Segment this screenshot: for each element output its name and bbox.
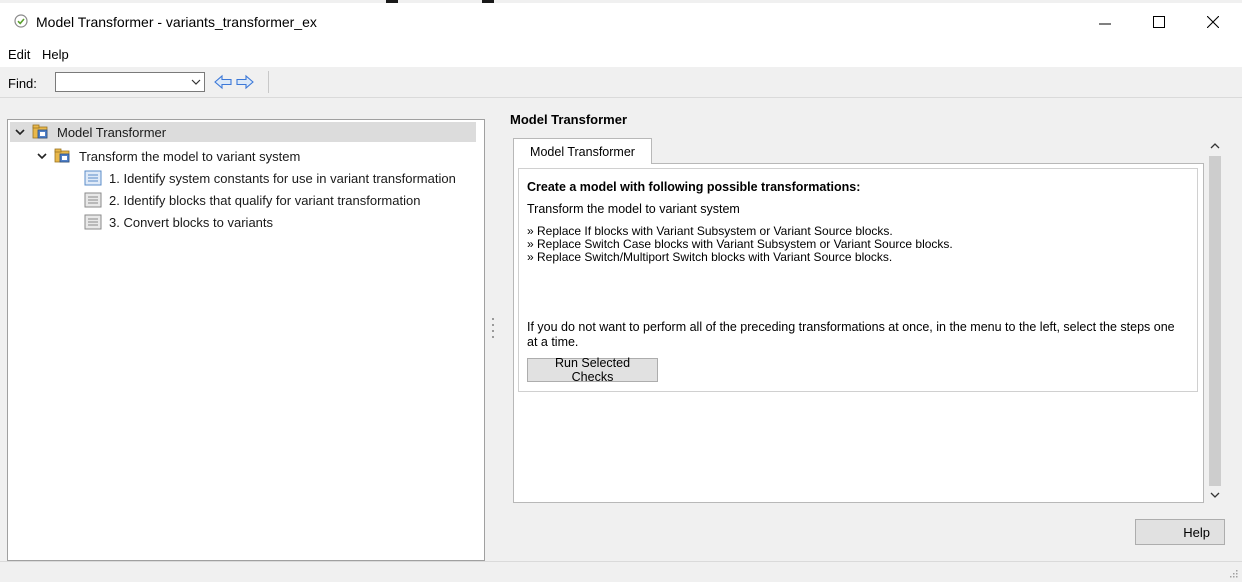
find-previous-icon[interactable]: [214, 73, 232, 91]
tree-node-check-1[interactable]: 1. Identify system constants for use in …: [84, 168, 456, 188]
model-advisor-icon: [32, 124, 48, 139]
tree-label: 1. Identify system constants for use in …: [109, 170, 456, 186]
tree-node-check-2[interactable]: 2. Identify blocks that qualify for vari…: [84, 190, 420, 210]
chevron-down-icon[interactable]: [14, 126, 26, 138]
status-bar-divider: [0, 561, 1242, 562]
scroll-thumb[interactable]: [1209, 156, 1221, 486]
check-list-icon: [84, 192, 102, 208]
scroll-down-button[interactable]: [1205, 487, 1225, 503]
tree-node-transform-group[interactable]: Transform the model to variant system: [36, 146, 300, 166]
window-title: Model Transformer - variants_transformer…: [36, 14, 317, 30]
find-next-icon[interactable]: [236, 73, 254, 91]
toolbar: Find:: [0, 67, 1242, 98]
resize-grip-icon[interactable]: [1228, 568, 1238, 578]
tab-model-transformer[interactable]: Model Transformer: [513, 138, 652, 164]
check-circle-icon: [14, 14, 28, 28]
instruction-note: If you do not want to perform all of the…: [527, 320, 1175, 349]
folder-task-icon: [54, 148, 70, 163]
tree-label: 3. Convert blocks to variants: [109, 214, 274, 230]
close-window-button[interactable]: [1190, 6, 1236, 38]
minimize-icon: [1099, 23, 1111, 25]
task-tree[interactable]: Model Transformer Transform the model to…: [7, 119, 485, 561]
menu-bar: Edit Help: [0, 41, 1242, 67]
menu-edit[interactable]: Edit: [8, 47, 30, 62]
toolbar-separator: [268, 71, 269, 93]
help-button[interactable]: Help: [1135, 519, 1225, 545]
check-list-icon: [84, 214, 102, 230]
tree-label: Transform the model to variant system: [79, 148, 301, 164]
tree-node-model-transformer[interactable]: Model Transformer: [10, 122, 476, 142]
page-title: Model Transformer: [510, 112, 628, 127]
tree-node-check-3[interactable]: 3. Convert blocks to variants: [84, 212, 273, 232]
close-icon: [1207, 16, 1219, 28]
tree-label: Model Transformer: [57, 124, 167, 140]
minimize-button[interactable]: [1082, 6, 1128, 38]
menu-help[interactable]: Help: [42, 47, 69, 62]
find-label: Find:: [8, 76, 37, 91]
check-list-icon: [84, 170, 102, 186]
list-item: » Replace Switch/Multiport Switch blocks…: [527, 250, 893, 264]
description-subtitle: Transform the model to variant system: [527, 202, 740, 216]
run-selected-checks-button[interactable]: Run Selected Checks: [527, 356, 658, 384]
maximize-button[interactable]: [1136, 6, 1182, 38]
vertical-scrollbar[interactable]: [1205, 138, 1225, 503]
find-combobox[interactable]: [55, 72, 205, 92]
tree-label: 2. Identify blocks that qualify for vari…: [109, 192, 421, 208]
scroll-up-button[interactable]: [1205, 138, 1225, 154]
title-bar[interactable]: Model Transformer - variants_transformer…: [0, 3, 1242, 41]
chevron-down-icon[interactable]: [190, 77, 202, 87]
splitter-handle[interactable]: [492, 318, 495, 344]
chevron-down-icon[interactable]: [36, 150, 48, 162]
model-transformer-window: Model Transformer - variants_transformer…: [0, 0, 1242, 582]
transformation-list: » Replace If blocks with Variant Subsyst…: [527, 225, 953, 264]
chevron-down-icon: [1210, 492, 1220, 498]
description-heading: Create a model with following possible t…: [527, 180, 861, 194]
chevron-up-icon: [1210, 143, 1220, 149]
maximize-icon: [1153, 16, 1165, 28]
